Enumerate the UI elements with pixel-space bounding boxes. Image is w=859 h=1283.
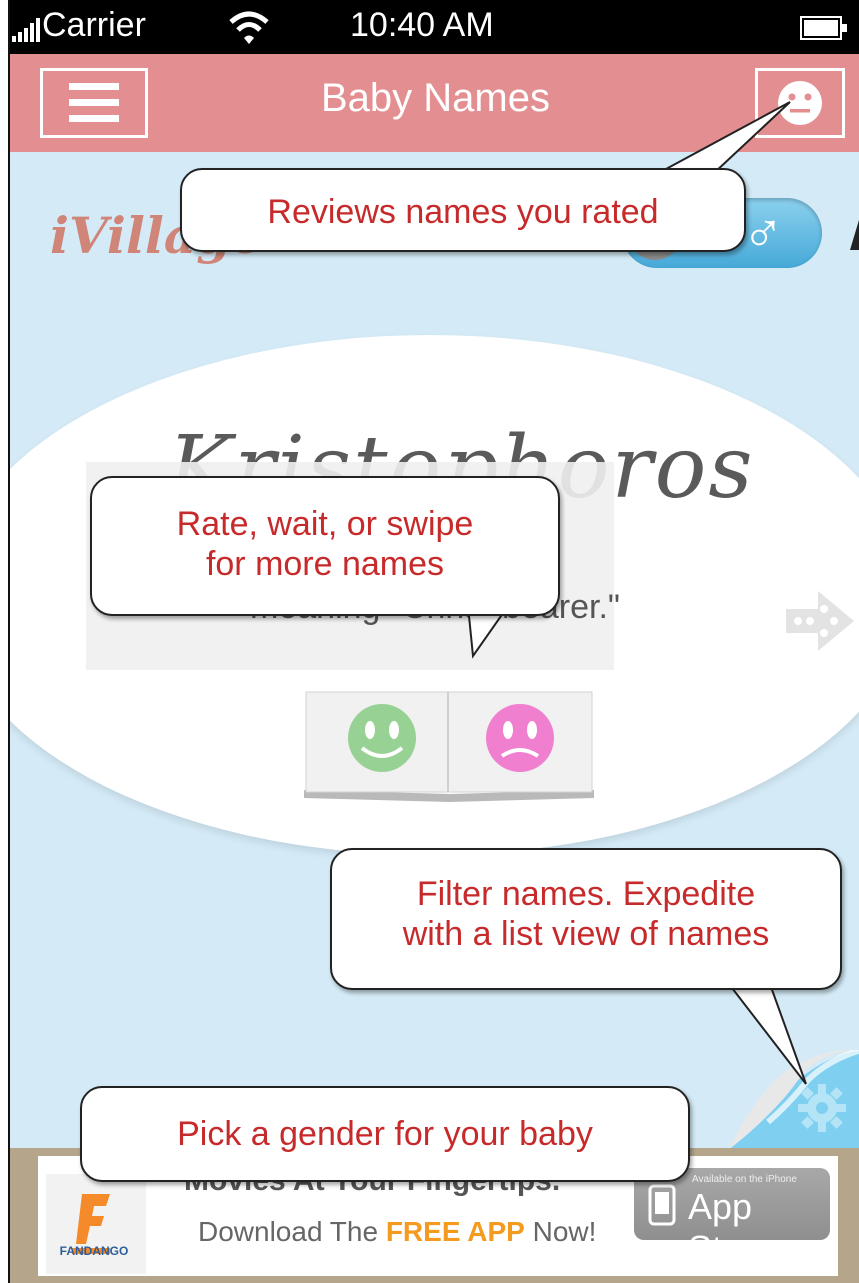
next-arrow-icon[interactable]: [782, 585, 858, 657]
callout-filter-line-1: Filter names. Expedite: [416, 875, 756, 913]
callout-rated-names: Reviews names you rated: [180, 168, 746, 252]
callout-pick-gender: Pick a gender for your baby: [80, 1086, 690, 1182]
app-store-label: App Store: [688, 1186, 775, 1269]
callout-rate-line-2: for more names: [205, 545, 445, 583]
smiley-face-icon: [348, 704, 416, 772]
signal-strength-icon: [12, 18, 40, 42]
callout-filter-names: Filter names. Expedite with a list view …: [330, 848, 842, 990]
callout-filter-line-2: with a list view of names: [402, 915, 770, 953]
ad-logo-label: FANDANGO: [59, 1244, 129, 1258]
callout-rate-instructions: Rate, wait, or swipe for more names: [90, 476, 560, 616]
like-button[interactable]: [306, 690, 454, 790]
ad-sub-prefix: Download The: [198, 1216, 386, 1247]
rating-buttons: [300, 690, 598, 802]
ad-sub-suffix: Now!: [524, 1216, 597, 1247]
partial-letter-glyph: [850, 220, 859, 250]
fandango-logo-icon: [46, 1174, 146, 1274]
clock: 10:40 AM: [350, 6, 494, 44]
app-store-small-text: Available on the iPhone: [692, 1174, 797, 1185]
wifi-icon: [229, 11, 269, 44]
status-bar: Carrier 10:40 AM: [10, 0, 859, 54]
phone-screen: Carrier 10:40 AM Baby Names iVillage ♂ F…: [8, 0, 859, 1283]
sad-face-icon: [486, 704, 554, 772]
ad-subline: Download The FREE APP Now!: [198, 1216, 596, 1248]
battery-icon: [800, 16, 847, 40]
carrier-label: Carrier: [42, 6, 146, 44]
male-symbol-icon: ♂: [742, 199, 784, 262]
ad-sub-free: FREE APP: [385, 1216, 525, 1247]
dislike-button[interactable]: [448, 690, 596, 790]
callout-rate-line-1: Rate, wait, or swipe: [176, 505, 474, 543]
phone-icon: [648, 1184, 676, 1226]
